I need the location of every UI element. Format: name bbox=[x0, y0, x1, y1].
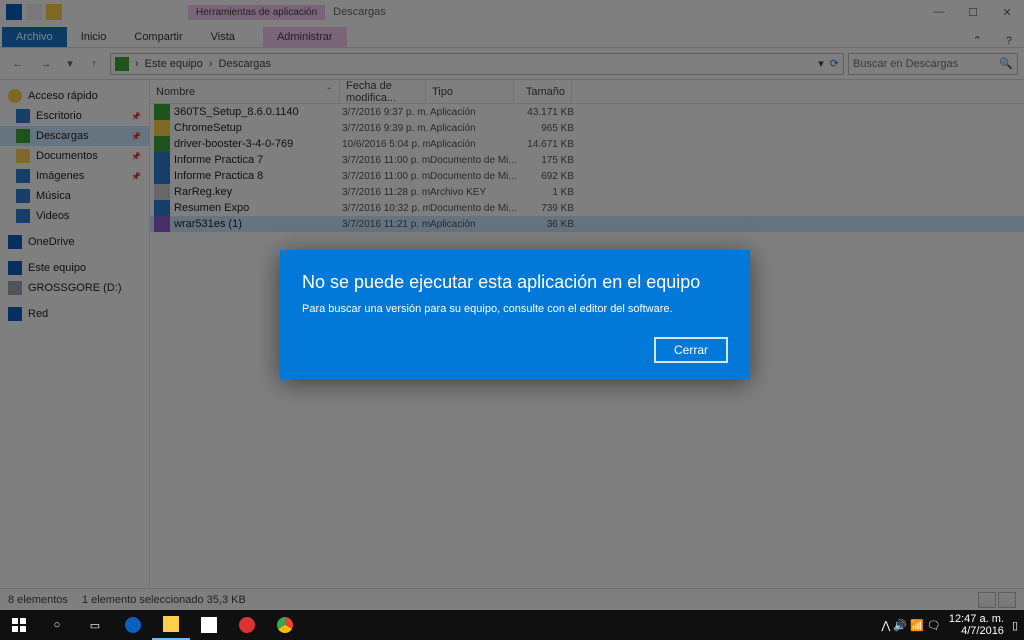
tray-icons[interactable]: ⋀ 🔊 📶 🗨 bbox=[881, 619, 941, 632]
taskbar-explorer[interactable] bbox=[152, 610, 190, 640]
clock-date: 4/7/2016 bbox=[961, 625, 1004, 637]
action-center-icon[interactable]: ▯ bbox=[1012, 619, 1018, 632]
taskbar-app-red[interactable] bbox=[228, 610, 266, 640]
task-view-button[interactable]: ▭ bbox=[76, 610, 114, 640]
error-dialog: No se puede ejecutar esta aplicación en … bbox=[280, 250, 750, 379]
taskbar-edge[interactable] bbox=[114, 610, 152, 640]
start-button[interactable] bbox=[0, 610, 38, 640]
taskbar-store[interactable] bbox=[190, 610, 228, 640]
system-tray: ⋀ 🔊 📶 🗨 12:47 a. m. 4/7/2016 ▯ bbox=[881, 613, 1024, 637]
dialog-close-button[interactable]: Cerrar bbox=[654, 337, 728, 363]
dialog-title: No se puede ejecutar esta aplicación en … bbox=[302, 272, 728, 293]
dialog-body: Para buscar una versión para su equipo, … bbox=[302, 303, 728, 315]
cortana-search-button[interactable]: ○ bbox=[38, 610, 76, 640]
taskbar-chrome[interactable] bbox=[266, 610, 304, 640]
taskbar-clock[interactable]: 12:47 a. m. 4/7/2016 bbox=[949, 613, 1004, 637]
taskbar: ○ ▭ ⋀ 🔊 📶 🗨 12:47 a. m. 4/7/2016 ▯ bbox=[0, 610, 1024, 640]
clock-time: 12:47 a. m. bbox=[949, 613, 1004, 625]
